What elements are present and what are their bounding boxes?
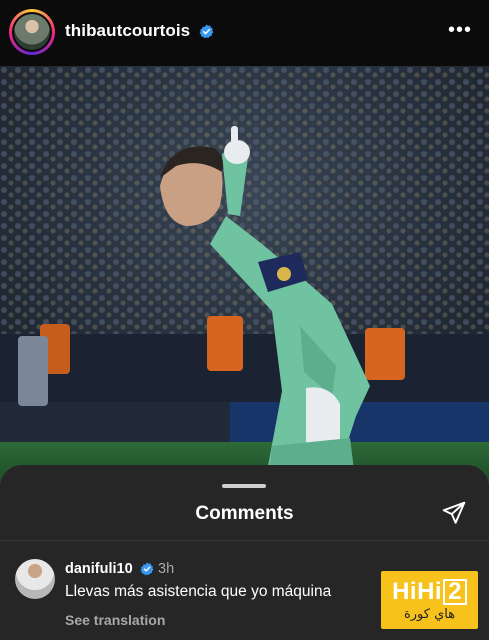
commenter-avatar[interactable] <box>15 559 55 599</box>
logo-main-text: HiHi <box>392 578 443 605</box>
more-options-button[interactable]: ••• <box>448 20 472 40</box>
verified-badge-icon <box>199 24 214 39</box>
see-translation-link[interactable]: See translation <box>65 612 165 628</box>
logo-number: 2 <box>443 579 467 605</box>
profile-avatar[interactable] <box>9 9 55 55</box>
comment-text: Llevas más asistencia que yo máquina <box>65 583 332 600</box>
sheet-title: Comments <box>195 503 294 524</box>
comment-time: 3h <box>158 561 175 577</box>
comment-username[interactable]: danifuli10 <box>65 561 133 577</box>
sheet-divider <box>0 540 489 541</box>
avatar-image <box>14 14 50 50</box>
logo-sub-text: هاي كورة <box>403 607 456 622</box>
post-image[interactable] <box>0 66 489 486</box>
goalkeeper-photo <box>0 66 489 486</box>
verified-badge-icon <box>140 562 154 576</box>
post-header: thibautcourtois ••• <box>0 0 489 66</box>
send-icon[interactable] <box>441 500 467 526</box>
hihi2-watermark-logo: HiHi 2 هاي كورة <box>381 571 478 629</box>
post-username[interactable]: thibautcourtois <box>65 21 190 41</box>
sheet-grabber[interactable] <box>222 484 266 488</box>
